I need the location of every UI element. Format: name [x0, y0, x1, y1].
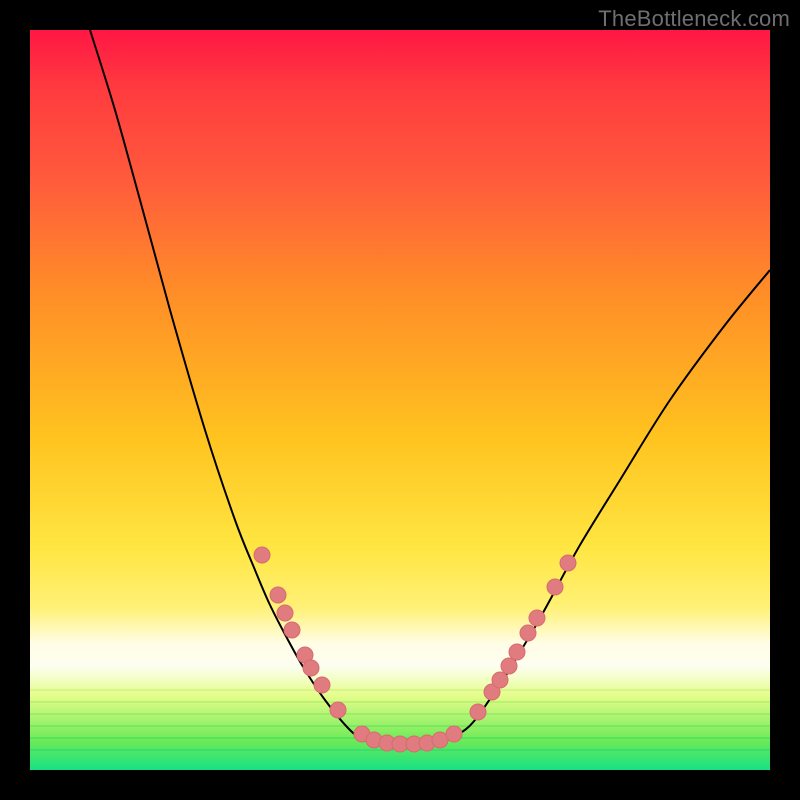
watermark-text: TheBottleneck.com: [598, 6, 790, 32]
sample-dot: [446, 726, 462, 742]
sample-dot: [270, 587, 286, 603]
sample-dot: [330, 702, 346, 718]
sample-dot: [254, 547, 270, 563]
sample-dot: [560, 555, 576, 571]
sample-dot: [303, 660, 319, 676]
sample-dot: [509, 644, 525, 660]
sample-dot: [470, 704, 486, 720]
sample-dot: [284, 622, 300, 638]
marker-group: [254, 547, 576, 752]
sample-dot: [520, 625, 536, 641]
chart-frame: [30, 30, 770, 770]
bottleneck-curve: [90, 30, 770, 745]
sample-dot: [277, 605, 293, 621]
sample-dot: [314, 677, 330, 693]
sample-dot: [529, 610, 545, 626]
sample-dot: [501, 658, 517, 674]
sample-dot: [492, 672, 508, 688]
sample-dot: [547, 579, 563, 595]
chart-svg: [30, 30, 770, 770]
